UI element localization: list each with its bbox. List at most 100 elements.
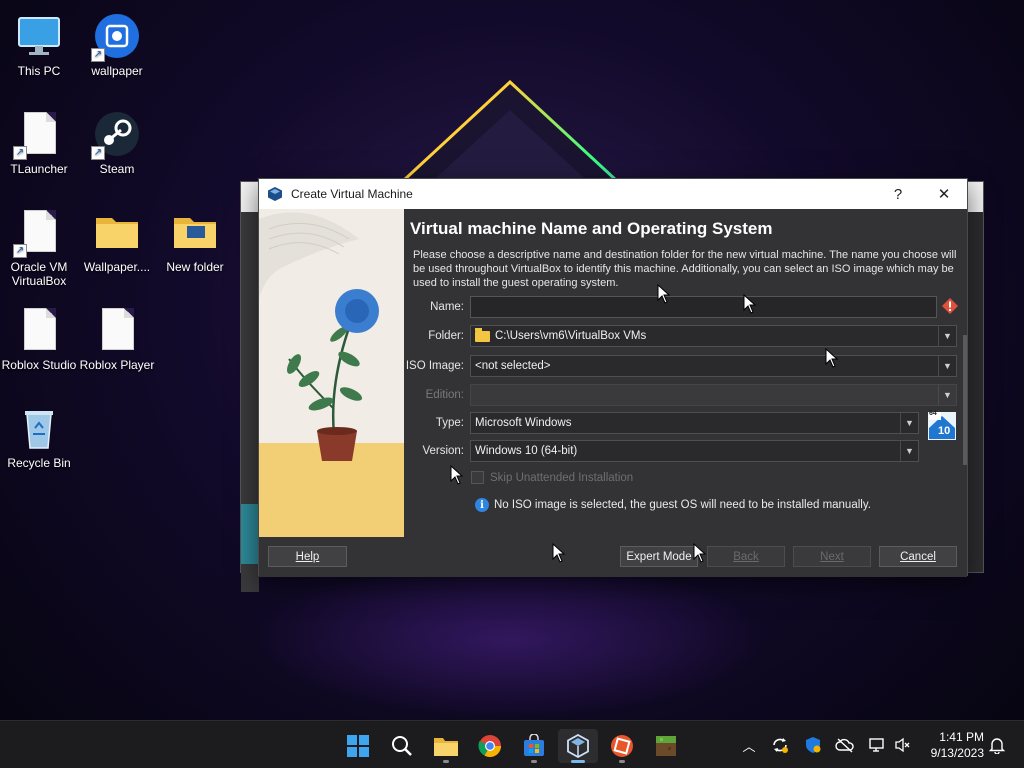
tray-onedrive[interactable]	[834, 733, 856, 757]
taskbar-file-explorer[interactable]	[426, 729, 466, 763]
tray-network[interactable]	[866, 733, 888, 757]
folder-icon	[475, 327, 490, 342]
desktop-icon-roblox-player[interactable]: Roblox Player	[78, 300, 156, 388]
help-button-label: Help	[295, 550, 320, 563]
name-label: Name:	[430, 301, 464, 313]
shield-icon	[806, 737, 821, 753]
tray-volume[interactable]	[892, 733, 914, 757]
running-indicator	[531, 760, 537, 763]
os-badge-number: 10	[938, 425, 951, 437]
os-badge-bits: 64	[929, 410, 937, 417]
info-text: No ISO image is selected, the guest OS w…	[494, 499, 871, 511]
taskbar-chrome[interactable]	[470, 729, 510, 763]
running-indicator	[443, 760, 449, 763]
taskbar-virtualbox[interactable]	[558, 729, 598, 763]
desktop-icon-label: Oracle VM VirtualBox	[10, 260, 68, 288]
show-hidden-icons-button[interactable]: ︿	[738, 733, 760, 757]
tray-security[interactable]	[802, 733, 824, 757]
desktop-icon-label: Roblox Player	[79, 358, 155, 372]
wizard-illustration	[259, 209, 404, 537]
edition-label: Edition:	[425, 389, 464, 401]
chevron-down-icon[interactable]: ▼	[900, 413, 918, 433]
desktop-icon-label: Roblox Studio	[1, 358, 77, 372]
expert-mode-label: Expert Mode	[626, 550, 692, 563]
type-combo[interactable]: Microsoft Windows ▼	[470, 412, 919, 434]
scrollbar[interactable]	[963, 335, 967, 465]
info-icon: i	[475, 498, 489, 512]
file-icon: ↗	[13, 208, 63, 258]
system-clock[interactable]: 1:41 PM 9/13/2023	[918, 729, 984, 761]
notifications-button[interactable]	[986, 733, 1008, 757]
search-icon	[392, 736, 412, 756]
desktop-icon-tlauncher[interactable]: ↗ TLauncher	[0, 104, 78, 192]
version-combo[interactable]: Windows 10 (64-bit) ▼	[470, 440, 919, 462]
type-value: Microsoft Windows	[475, 417, 572, 429]
page-description: Please choose a descriptive name and des…	[413, 249, 957, 289]
next-button[interactable]: Next	[793, 546, 871, 567]
start-button[interactable]	[338, 729, 378, 763]
file-icon: ↗	[13, 110, 63, 160]
taskbar-minecraft[interactable]	[646, 729, 686, 763]
network-icon	[869, 738, 884, 752]
tray-sync[interactable]	[769, 733, 791, 757]
sync-icon	[773, 738, 788, 753]
help-title-button[interactable]: ?	[875, 179, 921, 209]
running-indicator	[571, 760, 585, 763]
desktop-icon-label: Steam	[99, 162, 135, 176]
desktop-icon-label: Recycle Bin	[7, 456, 71, 470]
wallpaper-app-icon: ↗	[91, 12, 141, 62]
edition-combo[interactable]: ▼	[470, 384, 957, 406]
chevron-down-icon[interactable]: ▼	[900, 441, 918, 461]
close-button[interactable]: ✕	[921, 179, 967, 209]
taskbar-roblox[interactable]	[602, 729, 642, 763]
iso-image-label: ISO Image:	[405, 360, 464, 372]
start-icon	[347, 735, 369, 757]
back-button[interactable]: Back	[707, 546, 785, 567]
skip-unattended-checkbox[interactable]: Skip Unattended Installation	[471, 471, 633, 484]
desktop-icon-roblox-studio[interactable]: Roblox Studio	[0, 300, 78, 388]
file-explorer-icon	[434, 738, 458, 756]
folder-combo[interactable]: C:\Users\vm6\VirtualBox VMs ▼	[470, 325, 957, 347]
file-icon	[15, 306, 63, 354]
taskbar-store[interactable]	[514, 729, 554, 763]
shortcut-arrow-icon: ↗	[13, 146, 27, 160]
recycle-bin-icon	[15, 404, 63, 452]
wallpaper-glow	[250, 560, 770, 720]
volume-muted-icon	[895, 737, 910, 753]
page-title: Virtual machine Name and Operating Syste…	[410, 219, 773, 238]
iso-image-value: <not selected>	[475, 360, 551, 372]
desktop-icon-steam[interactable]: ↗ Steam	[78, 104, 156, 192]
desktop-icon-wallpaper-folder[interactable]: Wallpaper....	[78, 202, 156, 290]
chevron-down-icon[interactable]: ▼	[938, 326, 956, 346]
cancel-button[interactable]: Cancel	[879, 546, 957, 567]
desktop-icon-recycle-bin[interactable]: Recycle Bin	[0, 398, 78, 486]
dialog-title: Create Virtual Machine	[291, 187, 413, 201]
bell-icon	[989, 738, 1005, 754]
chevron-down-icon[interactable]: ▼	[938, 356, 956, 376]
iso-info-message: i No ISO image is selected, the guest OS…	[475, 498, 871, 512]
type-label: Type:	[435, 417, 464, 429]
version-value: Windows 10 (64-bit)	[475, 445, 578, 457]
virtualbox-icon	[267, 186, 283, 202]
chevron-down-icon: ▼	[938, 385, 956, 405]
manager-selected-item	[241, 504, 259, 564]
desktop-icon-this-pc[interactable]: This PC	[0, 6, 78, 94]
desktop-icon-virtualbox[interactable]: ↗ Oracle VM VirtualBox	[0, 202, 78, 290]
search-button[interactable]	[382, 729, 422, 763]
desktop-icon-new-folder[interactable]: New folder	[156, 202, 234, 290]
dialog-footer: Help Expert Mode Back Next Cancel	[259, 537, 967, 577]
expert-mode-button[interactable]: Expert Mode	[620, 546, 698, 567]
folder-icon	[93, 208, 141, 256]
help-button[interactable]: Help	[268, 546, 347, 567]
name-input[interactable]	[470, 296, 937, 318]
minecraft-icon	[656, 736, 676, 756]
desktop-icon-wallpaper[interactable]: ↗ wallpaper	[78, 6, 156, 94]
warning-icon	[942, 298, 958, 317]
store-icon	[524, 734, 544, 756]
iso-image-combo[interactable]: <not selected> ▼	[470, 355, 957, 377]
desktop-icon-label: New folder	[166, 260, 224, 274]
create-vm-dialog: Create Virtual Machine ? ✕ Virtual machi…	[258, 178, 968, 577]
dialog-title-bar[interactable]: Create Virtual Machine ? ✕	[259, 179, 967, 209]
checkbox-box[interactable]	[471, 471, 484, 484]
file-icon	[93, 306, 141, 354]
